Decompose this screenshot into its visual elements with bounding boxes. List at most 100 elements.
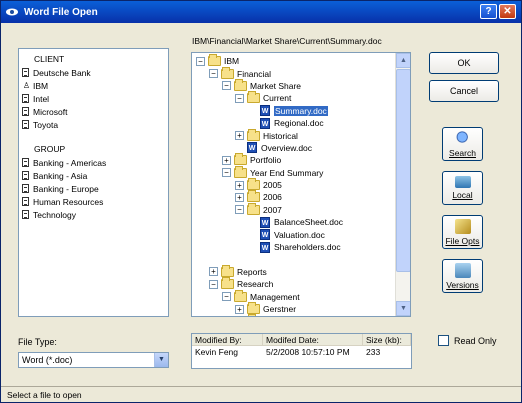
folder-icon — [208, 54, 221, 67]
tree-file-item[interactable]: W Regional.doc — [192, 117, 396, 129]
collapse-icon[interactable]: − — [209, 69, 218, 79]
collapse-icon[interactable]: − — [222, 81, 231, 91]
tree-folder-item[interactable]: + Gerstner — [192, 302, 396, 315]
search-button[interactable]: Search — [442, 127, 483, 161]
tree-folder-item[interactable]: −Palmisano — [192, 314, 396, 317]
folder-icon — [234, 153, 247, 166]
window-title: Word File Open — [24, 6, 98, 18]
tree-folder-item[interactable]: + Portfolio — [192, 153, 396, 166]
tree-folder-item[interactable]: − Current — [192, 91, 396, 104]
checkbox-box[interactable] — [438, 335, 449, 346]
tree-folder-item[interactable]: +2005 — [192, 178, 396, 191]
tree-file-item[interactable]: W BalanceSheet.doc — [192, 216, 396, 228]
tree-item-label: Research — [237, 279, 274, 290]
word-document-icon: W — [260, 105, 270, 117]
folder-icon — [234, 165, 247, 178]
file-opts-button[interactable]: File Opts — [442, 215, 483, 249]
header-modified-by[interactable]: Modified By: — [192, 334, 263, 345]
tree-item-label: Historical — [263, 130, 298, 141]
group-item-banking-europe[interactable]: Banking - Europe — [19, 182, 168, 195]
scroll-thumb[interactable] — [396, 69, 410, 272]
tree-folder-item[interactable]: − Management — [192, 289, 396, 302]
header-modified-date[interactable]: Modifed Date: — [263, 334, 363, 345]
client-group-list[interactable]: CLIENT Deutsche Bank ♙ IBM Intel Microsof… — [18, 48, 169, 317]
tree-folder-item[interactable]: − Research — [192, 277, 396, 290]
expand-icon[interactable]: + — [222, 155, 231, 165]
file-type-select[interactable]: Word (*.doc) ▼ — [18, 352, 169, 368]
word-document-icon: W — [260, 216, 270, 228]
ok-button[interactable]: OK — [429, 52, 499, 74]
client-item-toyota[interactable]: Toyota — [19, 118, 168, 131]
folder-icon — [247, 302, 260, 314]
scroll-up-button[interactable]: ▲ — [396, 53, 410, 68]
client-item-intel[interactable]: Intel — [19, 92, 168, 105]
help-button[interactable]: ? — [480, 4, 497, 19]
expand-icon[interactable]: + — [209, 267, 218, 277]
file-type-value: Word (*.doc) — [22, 355, 73, 365]
close-button[interactable]: ✕ — [499, 4, 516, 19]
scroll-down-button[interactable]: ▼ — [396, 301, 410, 316]
tree-folder-item[interactable]: +2006 — [192, 190, 396, 203]
collapse-icon[interactable]: − — [222, 292, 231, 302]
client-item-ibm[interactable]: ♙ IBM — [19, 79, 168, 92]
folder-icon — [247, 190, 260, 203]
document-icon — [22, 68, 29, 77]
tree-scrollbar[interactable]: ▲ ▼ — [395, 53, 410, 316]
word-document-icon: W — [260, 241, 270, 253]
expand-icon[interactable]: + — [235, 131, 244, 141]
tree-rows: − IBM − Financial − Market Share − Current W Summ… — [192, 54, 396, 317]
collapse-icon[interactable]: − — [235, 93, 244, 103]
tree-file-item[interactable]: W Valuation.doc — [192, 228, 396, 241]
client-item-deutsche-bank[interactable]: Deutsche Bank — [19, 66, 168, 79]
folder-tree[interactable]: − IBM − Financial − Market Share − Current W Summ… — [191, 52, 411, 317]
tree-folder-item[interactable]: − Financial — [192, 66, 396, 79]
title-bar: Word File Open ? ✕ — [1, 1, 521, 23]
tree-folder-item[interactable]: − IBM — [192, 54, 396, 67]
tree-folder-item[interactable]: − Market Share — [192, 78, 396, 92]
document-icon — [22, 171, 29, 180]
collapse-icon[interactable]: − — [209, 279, 218, 289]
tree-item-label: Valuation.doc — [274, 229, 325, 240]
group-heading: GROUP — [34, 144, 66, 154]
folder-icon — [221, 264, 234, 277]
tree-folder-item[interactable]: + Historical — [192, 128, 396, 141]
document-icon — [22, 94, 29, 103]
tree-folder-item[interactable]: + Reports — [192, 264, 396, 278]
header-size[interactable]: Size (kb): — [363, 334, 411, 345]
expand-icon[interactable]: + — [235, 192, 244, 202]
collapse-icon[interactable]: − — [196, 56, 205, 66]
tree-file-item[interactable]: W Overview.doc — [192, 142, 396, 154]
cancel-button[interactable]: Cancel — [429, 80, 499, 102]
collapse-icon[interactable]: − — [235, 205, 244, 215]
client-item-microsoft[interactable]: Microsoft — [19, 105, 168, 118]
group-item-banking-asia[interactable]: Banking - Asia — [19, 169, 168, 182]
local-button[interactable]: Local — [442, 171, 483, 205]
tree-item-label: Management — [250, 291, 300, 302]
tree-item-label: Market Share — [250, 80, 302, 91]
tree-file-item[interactable]: W Shareholders.doc — [192, 241, 396, 253]
read-only-checkbox[interactable]: Read Only — [438, 335, 497, 346]
versions-label: Versions — [446, 279, 479, 290]
tree-item-label: Financial — [237, 68, 272, 79]
app-eye-icon — [6, 8, 18, 16]
group-item-human-resources[interactable]: Human Resources — [19, 195, 168, 208]
cell-size: 233 — [366, 347, 381, 357]
read-only-label: Read Only — [454, 335, 497, 346]
folder-icon — [247, 178, 260, 191]
tree-folder-item[interactable]: − Year End Summary — [192, 165, 396, 179]
expand-icon[interactable]: + — [235, 304, 244, 314]
collapse-icon[interactable]: − — [222, 168, 231, 178]
tree-item-label: 2006 — [263, 192, 282, 203]
tree-folder-item[interactable]: − 2007 — [192, 202, 396, 216]
group-item-banking-americas[interactable]: Banking - Americas — [19, 156, 168, 169]
chevron-down-icon[interactable]: ▼ — [154, 353, 168, 367]
tree-item-label: Palmisano — [263, 316, 303, 317]
expand-icon[interactable]: + — [235, 180, 244, 190]
current-path: IBM\Financial\Market Share\Current\Summa… — [192, 36, 382, 46]
tree-file-item[interactable]: W Summary.doc — [192, 105, 396, 117]
document-icon — [22, 210, 29, 219]
tree-item-label: 2005 — [263, 180, 282, 191]
group-item-technology[interactable]: Technology — [19, 208, 168, 221]
versions-button[interactable]: Versions — [442, 259, 483, 293]
